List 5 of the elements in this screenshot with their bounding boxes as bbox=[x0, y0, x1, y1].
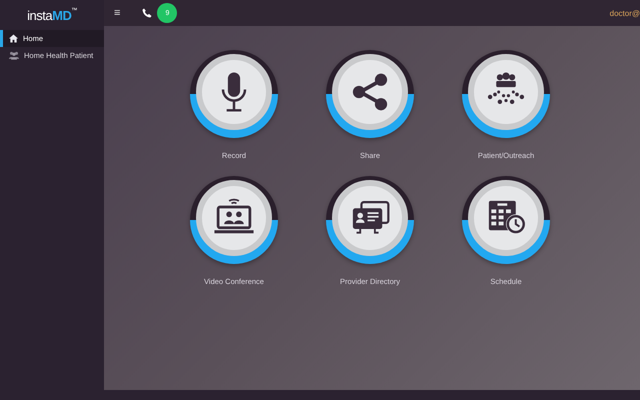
home-icon bbox=[9, 34, 18, 43]
menu-button[interactable]: ≡ bbox=[114, 8, 120, 18]
people-icon bbox=[9, 51, 19, 60]
user-name[interactable]: doctor@ bbox=[610, 8, 640, 18]
phone-icon[interactable] bbox=[142, 8, 152, 18]
